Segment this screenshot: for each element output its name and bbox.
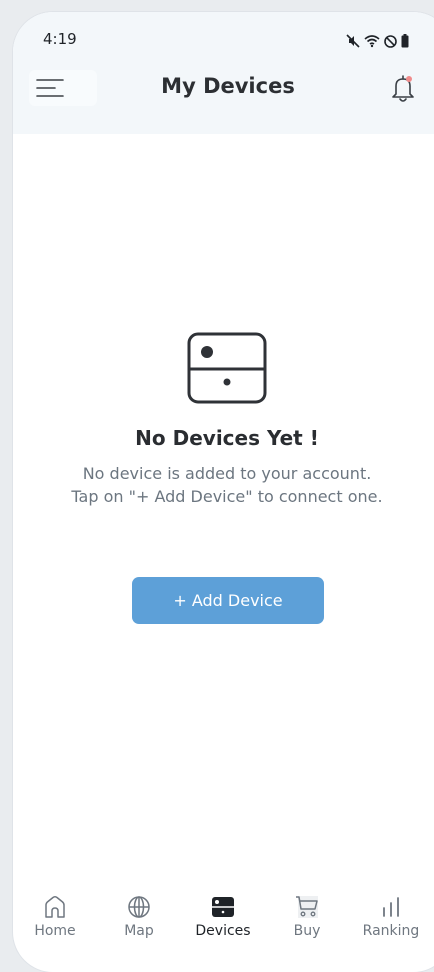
nav-label-devices: Devices — [195, 923, 251, 939]
empty-state: No Devices Yet ! No device is added to y… — [13, 332, 434, 508]
nav-item-devices[interactable]: Devices — [181, 880, 265, 950]
battery-icon — [401, 34, 409, 48]
nav-label-map: Map — [124, 923, 154, 939]
add-device-button[interactable]: + Add Device — [132, 577, 324, 624]
globe-icon — [128, 896, 150, 918]
notification-dot — [406, 76, 412, 82]
nav-item-home[interactable]: Home — [13, 880, 97, 950]
top-area: 4:19 My Devices — [13, 12, 434, 134]
device-box-icon — [187, 332, 267, 404]
empty-state-description: No device is added to your account. Tap … — [13, 462, 434, 508]
empty-state-description-line-1: No device is added to your account. — [82, 464, 372, 483]
nav-item-ranking[interactable]: Ranking — [349, 880, 433, 950]
nav-label-home: Home — [34, 923, 76, 939]
wifi-icon — [364, 35, 380, 48]
menu-button[interactable] — [29, 70, 97, 106]
status-bar: 4:19 — [13, 12, 433, 56]
hamburger-menu-icon — [36, 79, 64, 97]
status-icons — [346, 32, 416, 50]
bottom-nav: Home Map Devices Buy Ranking — [13, 880, 433, 950]
nav-label-buy: Buy — [293, 923, 321, 939]
ranking-bars-icon — [383, 897, 399, 917]
home-icon — [45, 896, 65, 918]
nav-item-buy[interactable]: Buy — [265, 880, 349, 950]
status-time: 4:19 — [43, 30, 77, 48]
device-icon — [212, 897, 234, 917]
do-not-disturb-icon — [384, 34, 397, 48]
phone-screen: 4:19 My Devices No Devices Yet ! No devi… — [13, 12, 434, 972]
notification-button[interactable] — [388, 72, 418, 104]
empty-state-description-line-2: Tap on "+ Add Device" to connect one. — [71, 487, 383, 506]
nav-item-map[interactable]: Map — [97, 880, 181, 950]
app-header: My Devices — [13, 68, 433, 108]
page-title: My Devices — [161, 74, 295, 98]
mute-icon — [346, 34, 360, 48]
empty-state-title: No Devices Yet ! — [135, 426, 319, 450]
cart-icon — [296, 896, 318, 918]
bell-icon — [392, 75, 414, 102]
nav-label-ranking: Ranking — [362, 923, 420, 939]
